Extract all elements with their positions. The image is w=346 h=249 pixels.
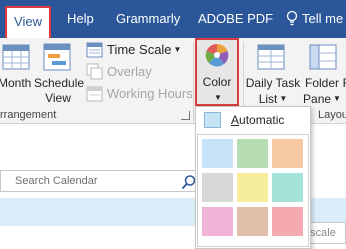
color-swatch[interactable] — [272, 173, 303, 202]
reading-pane-button-partial[interactable]: R — [342, 76, 346, 91]
calendar-header-band — [0, 198, 200, 226]
overlay-icon — [86, 63, 103, 80]
schedule-view-button[interactable]: Schedule View — [34, 76, 85, 106]
overlay-label: Overlay — [107, 64, 152, 79]
schedule-view-icon — [43, 43, 71, 71]
tab-help[interactable]: Help — [67, 0, 94, 38]
automatic-color-swatch — [204, 112, 221, 128]
color-swatch[interactable] — [202, 173, 233, 202]
color-swatch[interactable] — [272, 207, 303, 236]
daily-task-list-button[interactable]: Daily Task List ▼ — [243, 76, 303, 107]
daily-task-list-icon — [257, 44, 285, 70]
working-hours-icon — [86, 86, 103, 102]
time-scale-label: Time Scale — [107, 42, 172, 57]
search-placeholder: Search Calendar — [15, 175, 98, 187]
automatic-label: Automatic — [231, 113, 285, 127]
schedule-view-label-1: Schedule — [34, 76, 85, 90]
color-swatch[interactable] — [237, 139, 268, 168]
folder-pane-label-1: Folder — [304, 76, 339, 90]
month-button[interactable]: Month — [0, 76, 32, 91]
tell-me-label: Tell me w — [302, 11, 346, 26]
color-button[interactable]: Color ▼ — [195, 38, 239, 106]
color-swatch[interactable] — [237, 173, 268, 202]
search-calendar-input[interactable]: Search Calendar — [0, 170, 198, 192]
chevron-down-icon: ▼ — [214, 93, 222, 102]
dialog-launcher-icon[interactable] — [181, 111, 190, 120]
tab-grammarly[interactable]: Grammarly — [116, 0, 180, 38]
arrangement-group-label: rrangement — [0, 109, 57, 121]
chevron-down-icon: ▼ — [333, 94, 341, 103]
working-hours-label: Working Hours — [107, 86, 193, 101]
lightbulb-icon — [286, 10, 298, 26]
month-label: Month — [0, 76, 32, 90]
ribbon-tab-bar: View Help Grammarly ADOBE PDF Tell me w — [0, 0, 346, 38]
color-swatch[interactable] — [237, 207, 268, 236]
group-separator — [193, 42, 194, 122]
color-swatch[interactable] — [202, 139, 233, 168]
chevron-down-icon: ▼ — [173, 45, 182, 54]
color-swatch[interactable] — [202, 207, 233, 236]
schedule-view-label-2: View — [45, 91, 71, 105]
automatic-color-option[interactable]: Automatic — [197, 109, 309, 131]
color-label: Color — [202, 75, 232, 89]
color-swatch[interactable] — [272, 139, 303, 168]
color-label-wrap: Color ▼ — [197, 75, 237, 105]
tab-view[interactable]: View — [5, 6, 51, 38]
layout-group-label: Layou — [318, 109, 346, 121]
tab-adobe-pdf[interactable]: ADOBE PDF — [198, 0, 273, 38]
folder-pane-label-2: Pane — [303, 92, 332, 106]
time-scale-icon — [86, 42, 103, 58]
daily-task-label-2: List — [258, 92, 278, 106]
tell-me-box[interactable]: Tell me w — [285, 0, 346, 38]
daily-task-label-1: Daily Task — [245, 76, 301, 90]
chevron-down-icon: ▼ — [279, 94, 288, 103]
color-palette-icon — [205, 43, 229, 67]
month-calendar-icon — [2, 44, 30, 70]
folder-pane-icon — [309, 44, 337, 70]
color-dropdown-menu: Automatic — [195, 106, 311, 249]
color-swatch-grid — [197, 134, 309, 247]
folder-pane-button[interactable]: Folder Pane ▼ — [302, 76, 342, 107]
